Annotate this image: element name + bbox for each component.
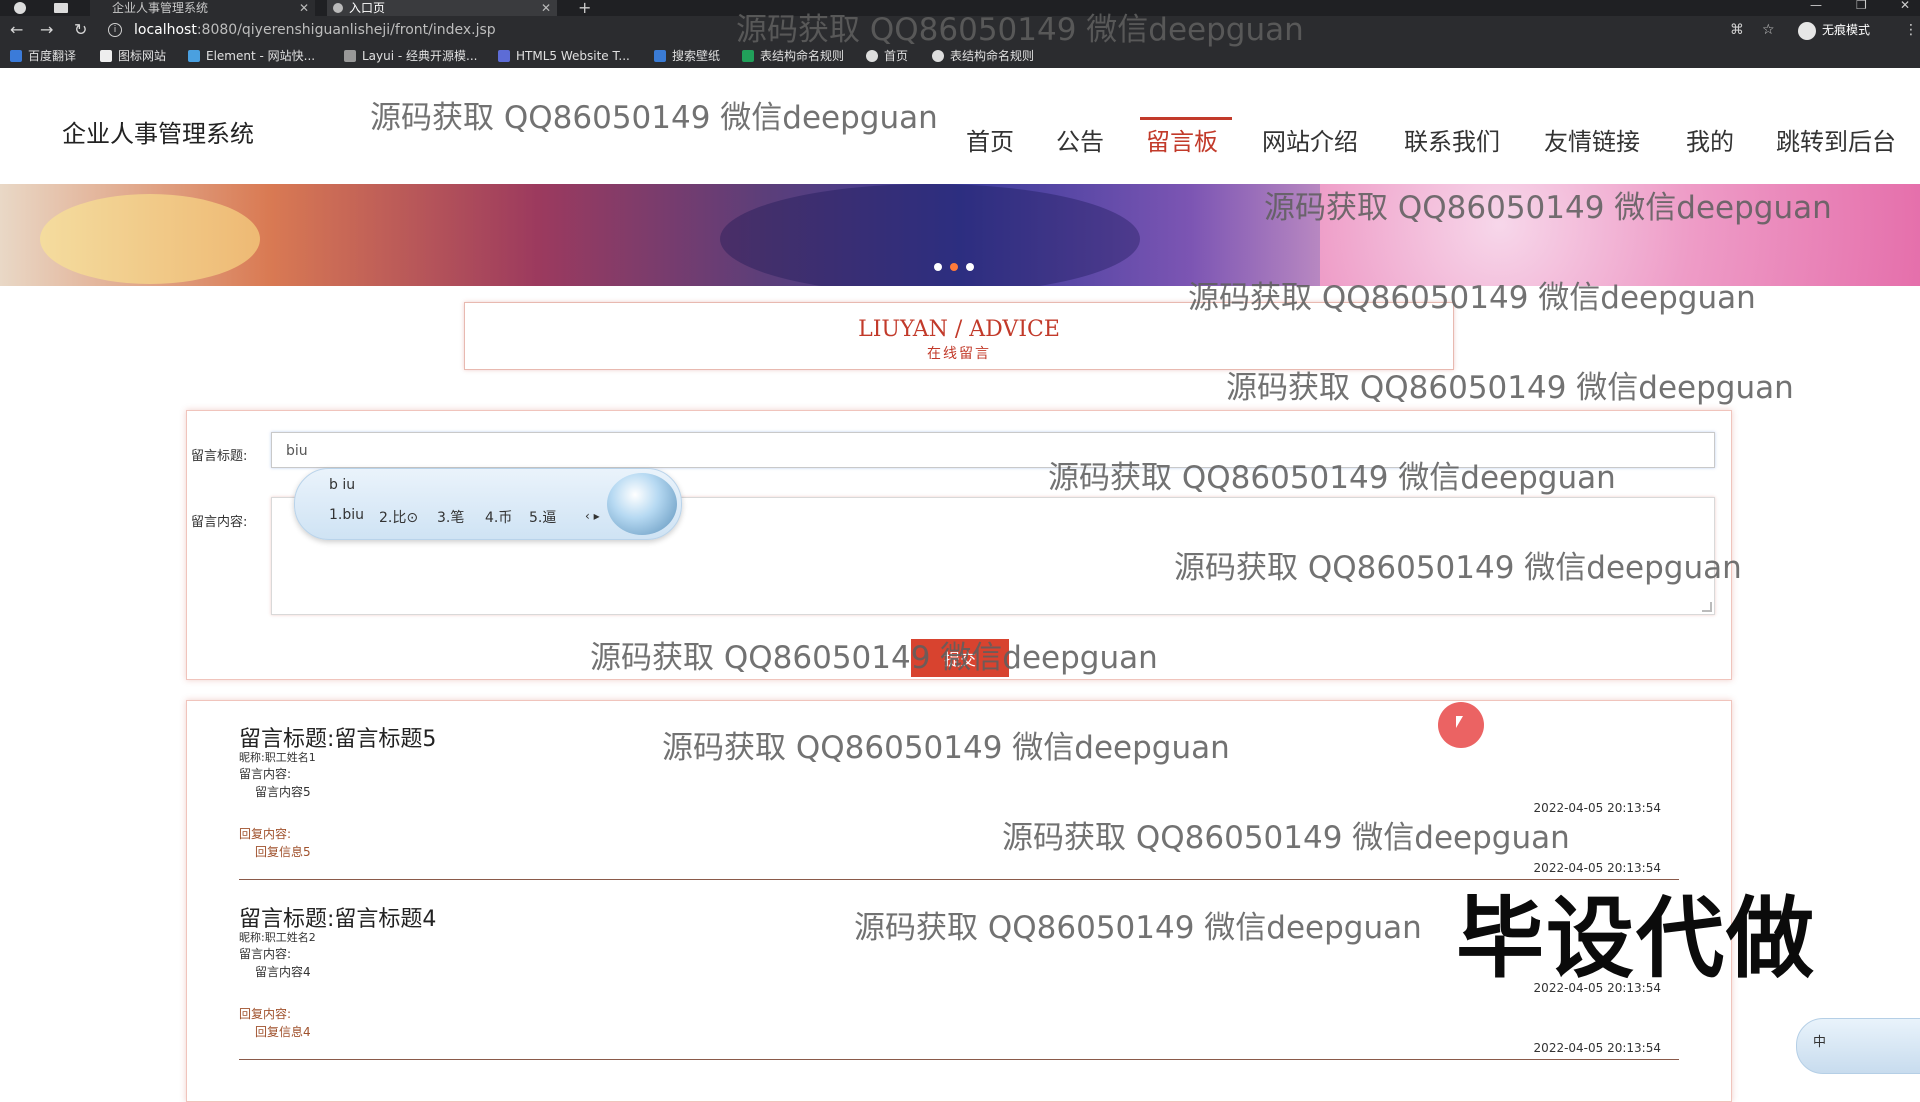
watermark: 源码获取 QQ86050149 微信deepguan	[370, 100, 938, 136]
nav-mine[interactable]: 我的	[1686, 122, 1734, 157]
url-host: localhost	[134, 22, 197, 38]
watermark: 源码获取 QQ86050149 微信deepguan	[1264, 190, 1832, 226]
watermark: 源码获取 QQ86050149 微信deepguan	[854, 910, 1422, 946]
nav-admin[interactable]: 跳转到后台	[1776, 122, 1896, 157]
ime-candidate[interactable]: 4.币	[485, 507, 512, 527]
bookmark-item[interactable]: 百度翻译	[10, 48, 76, 64]
ime-candidate[interactable]: 5.逼	[529, 507, 556, 527]
banner-image-shade	[720, 184, 1140, 286]
message-content-label: 留言内容:	[239, 767, 292, 781]
section-title-en: LIUYAN / ADVICE	[858, 317, 1060, 342]
watermark: 源码获取 QQ86050149 微信deepguan	[736, 12, 1304, 48]
message-content: 留言内容5	[255, 785, 311, 799]
watermark: 源码获取 QQ86050149 微信deepguan	[1226, 370, 1794, 406]
resize-handle-icon[interactable]	[1702, 602, 1712, 612]
watermark: 源码获取 QQ86050149 微信deepguan	[662, 730, 1230, 766]
ime-status-bar[interactable]: 中	[1796, 1018, 1920, 1074]
bookmark-item[interactable]: Element - 网站快...	[188, 48, 315, 64]
ime-candidate[interactable]: 2.比⊙	[379, 507, 418, 527]
carousel-dot-active[interactable]	[950, 263, 958, 271]
bookmark-item[interactable]: 表结构命名规则	[742, 48, 844, 64]
ime-candidate[interactable]: 3.笔	[437, 507, 464, 527]
tab-overview-icon[interactable]	[54, 3, 68, 13]
carousel-dot[interactable]	[966, 263, 974, 271]
bookmark-item[interactable]: HTML5 Website T...	[498, 48, 630, 64]
tab-title: 企业人事管理系统	[112, 1, 209, 15]
new-tab-icon[interactable]: +	[578, 0, 591, 17]
reply-time: 2022-04-05 20:13:54	[1533, 1041, 1661, 1055]
nav-contact[interactable]: 联系我们	[1404, 122, 1500, 157]
nav-links[interactable]: 友情链接	[1544, 122, 1640, 157]
bookmark-item[interactable]: Layui - 经典开源模...	[344, 48, 477, 64]
tab-title: 入口页	[349, 1, 386, 15]
ime-composition: b iu	[329, 477, 356, 493]
ime-candidate[interactable]: 1.biu	[329, 507, 364, 523]
incognito-icon	[1798, 21, 1816, 40]
watermark: 源码获取 QQ86050149 微信deepguan	[1048, 460, 1616, 496]
window-close-icon[interactable]: ✕	[1900, 0, 1910, 12]
forward-icon[interactable]: →	[40, 21, 53, 39]
bookmark-item[interactable]: 首页	[866, 48, 908, 64]
ime-candidate-window: b iu 1.biu 2.比⊙ 3.笔 4.币 5.逼 ‹ ▸	[294, 468, 682, 540]
carousel-dot[interactable]	[934, 263, 942, 271]
watermark: 源码获取 QQ86050149 微信deepguan	[1002, 820, 1570, 856]
section-title-cn: 在线留言	[927, 346, 991, 362]
reply-content: 回复信息4	[255, 1025, 311, 1039]
reload-icon[interactable]: ↻	[74, 21, 87, 39]
browser-menu-icon[interactable]	[14, 2, 26, 14]
divider	[239, 1059, 1679, 1060]
browser-tab-1[interactable]: 企业人事管理系统 ✕	[90, 0, 315, 16]
message-content: 留言内容4	[255, 965, 311, 979]
watermark: 源码获取 QQ86050149 微信deepguan	[1174, 550, 1742, 586]
nav-notice[interactable]: 公告	[1056, 122, 1104, 157]
translate-icon[interactable]: ⌘	[1730, 22, 1744, 38]
big-overlay-text: 毕设代做	[1456, 887, 1817, 990]
close-icon[interactable]: ✕	[299, 0, 309, 16]
carousel-dots	[934, 256, 982, 275]
minimize-icon[interactable]: —	[1810, 0, 1822, 12]
watermark: 源码获取 QQ86050149 微信deepguan	[590, 640, 1158, 676]
url-path: :8080/qiyerenshiguanlisheji/front/index.…	[196, 22, 496, 38]
banner-image	[40, 194, 260, 284]
bookmark-item[interactable]: 图标网站	[100, 48, 166, 64]
kebab-menu-icon[interactable]: ⋮	[1904, 22, 1918, 38]
reply-label: 回复内容:	[239, 827, 292, 841]
info-icon[interactable]: i	[108, 23, 122, 37]
browser-tab-2[interactable]: 入口页 ✕	[327, 0, 557, 16]
incognito-indicator[interactable]: 无痕模式	[1798, 20, 1870, 40]
back-icon[interactable]: ←	[10, 21, 23, 39]
reply-content: 回复信息5	[255, 845, 311, 859]
globe-icon	[333, 3, 343, 13]
bookmark-item[interactable]: 搜索壁纸	[654, 48, 720, 64]
cursor-icon	[1456, 716, 1463, 728]
active-nav-underline	[1140, 117, 1232, 120]
restore-icon[interactable]: ❐	[1856, 0, 1867, 12]
message-nickname: 昵称:职工姓名2	[239, 931, 316, 944]
site-header: 企业人事管理系统 首页 公告 留言板 网站介绍 联系我们 友情链接 我的 跳转到…	[0, 68, 1920, 184]
content-label: 留言内容:	[191, 515, 248, 530]
cursor-click-indicator	[1438, 702, 1484, 748]
close-icon[interactable]: ✕	[541, 0, 551, 16]
site-logo[interactable]: 企业人事管理系统	[62, 114, 254, 149]
title-label: 留言标题:	[191, 449, 248, 464]
reply-label: 回复内容:	[239, 1007, 292, 1021]
ime-next-page-icon[interactable]: ‹ ▸	[585, 509, 600, 523]
message-content-label: 留言内容:	[239, 947, 292, 961]
bookmark-item[interactable]: 表结构命名规则	[932, 48, 1034, 64]
watermark: 源码获取 QQ86050149 微信deepguan	[1188, 280, 1756, 316]
ime-logo-icon	[607, 473, 677, 535]
message-nickname: 昵称:职工姓名1	[239, 751, 316, 764]
ime-mode-label: 中	[1813, 1035, 1827, 1050]
nav-about[interactable]: 网站介绍	[1262, 122, 1358, 157]
nav-message-board[interactable]: 留言板	[1146, 122, 1218, 157]
nav-home[interactable]: 首页	[966, 122, 1014, 157]
incognito-label: 无痕模式	[1822, 23, 1871, 37]
star-icon[interactable]: ☆	[1762, 22, 1775, 38]
